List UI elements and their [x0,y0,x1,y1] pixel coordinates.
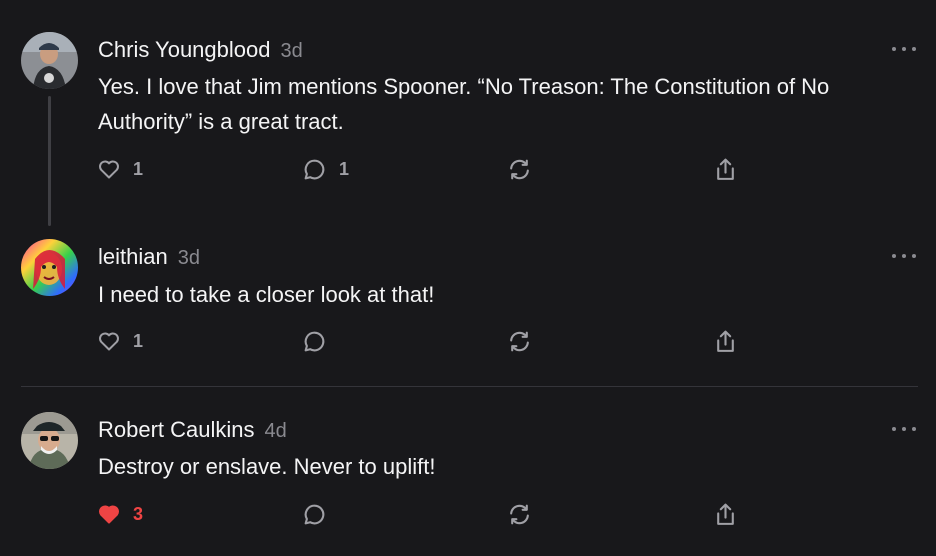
restack-button[interactable] [507,502,532,527]
comment-time[interactable]: 4d [265,420,287,442]
like-count: 3 [133,503,144,524]
restack-icon [510,504,529,525]
comment-bubble-icon [304,331,325,352]
comment-time[interactable]: 3d [178,247,200,269]
divider [21,386,918,387]
heart-icon [99,332,119,351]
comment-time[interactable]: 3d [280,40,302,62]
restack-button[interactable] [507,329,532,354]
more-options-icon[interactable] [892,250,916,262]
comment-text: Yes. I love that Jim mentions Spooner. “… [98,74,830,134]
share-button[interactable] [713,502,738,527]
avatar[interactable] [21,412,78,469]
comment-text: I need to take a closer look at that! [98,282,435,307]
author-name[interactable]: leithian [98,244,168,269]
share-button[interactable] [713,157,738,182]
comment-bubble-icon [304,159,325,180]
reply-count: 1 [339,159,350,179]
restack-button[interactable] [507,157,532,182]
author-name[interactable]: Chris Youngblood [98,37,270,62]
like-count: 1 [133,158,144,179]
thread-line [48,96,51,226]
share-icon [717,503,734,525]
like-button[interactable]: 3 [97,502,143,526]
more-options-icon[interactable] [892,43,916,55]
comment-header: Chris Youngblood 3d [98,37,303,63]
share-button[interactable] [713,329,738,354]
share-icon [717,330,734,352]
comment-header: Robert Caulkins 4d [98,417,287,443]
reply-button[interactable] [302,502,327,527]
comment-bubble-icon [304,504,325,525]
like-button[interactable]: 1 [97,329,143,353]
restack-icon [510,159,529,180]
avatar[interactable] [21,32,78,89]
avatar[interactable] [21,239,78,296]
heart-icon [99,160,119,179]
more-options-icon[interactable] [892,423,916,435]
like-count: 1 [133,330,144,351]
like-button[interactable]: 1 [97,157,143,181]
comment-header: leithian 3d [98,244,200,270]
reply-button[interactable] [302,329,327,354]
reply-button[interactable]: 1 [302,157,349,182]
share-icon [717,158,734,180]
author-name[interactable]: Robert Caulkins [98,417,255,442]
comment-text: Destroy or enslave. Never to uplift! [98,454,436,479]
heart-icon [99,505,119,524]
restack-icon [510,331,529,352]
